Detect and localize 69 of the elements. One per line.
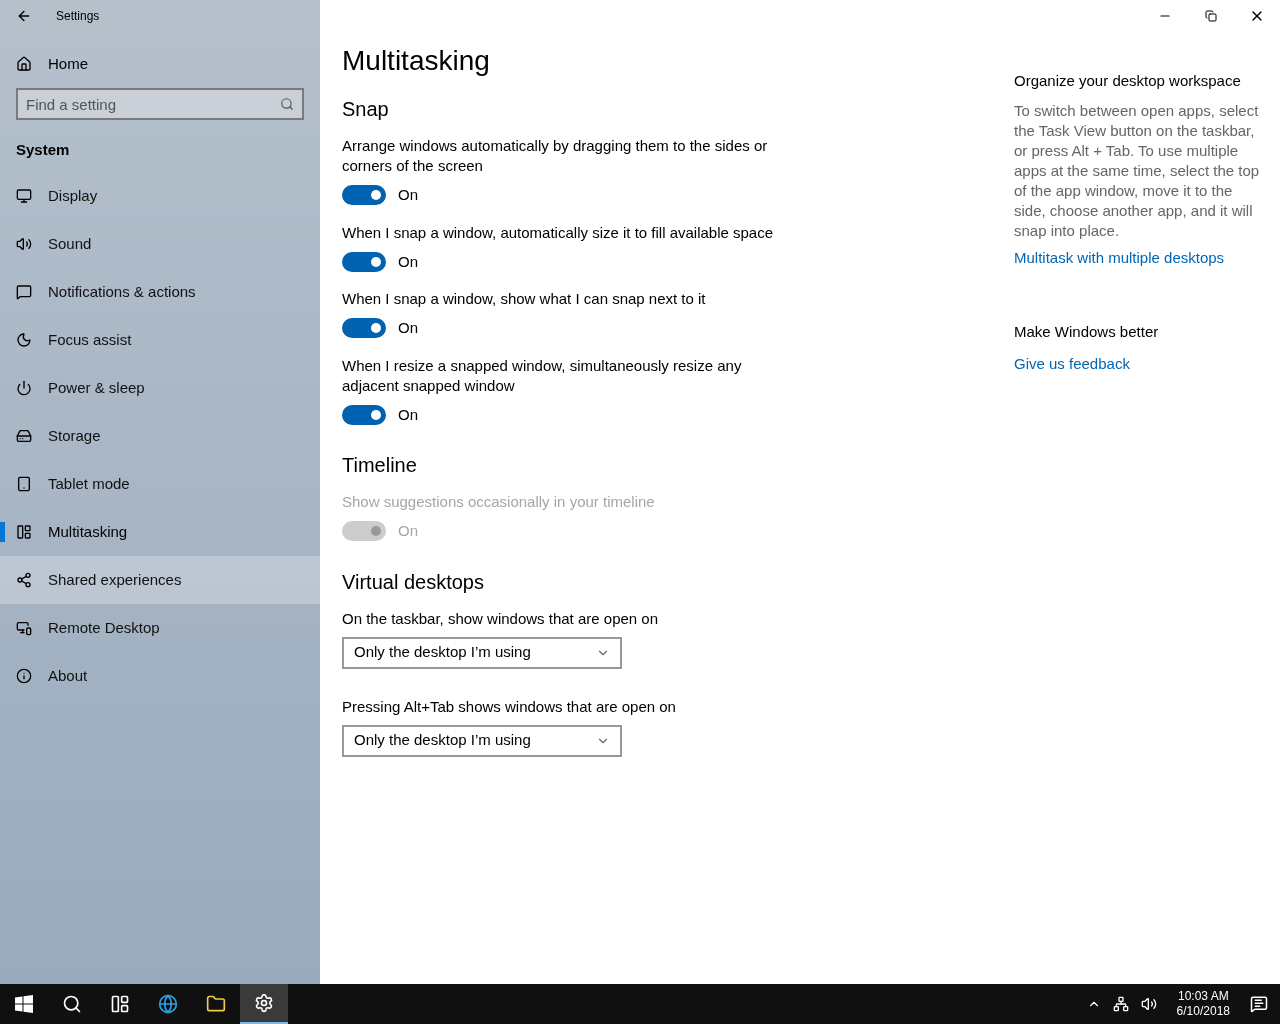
- setting-label: Show suggestions occasionally in your timeline: [342, 492, 656, 512]
- sidebar-item[interactable]: Shared experiences: [0, 556, 320, 604]
- aside-heading: Make Windows better: [1014, 321, 1160, 342]
- sidebar-item[interactable]: Display: [0, 172, 320, 220]
- sidebar-item[interactable]: Power & sleep: [0, 364, 320, 412]
- sidebar-item[interactable]: About: [0, 652, 320, 700]
- settings-icon: [254, 993, 274, 1013]
- setting-label: When I snap a window, automatically size it to fill available space: [342, 222, 775, 243]
- tablet-icon: [16, 476, 32, 492]
- restore-icon: [1205, 10, 1217, 22]
- search-field[interactable]: Find a setting: [16, 88, 304, 120]
- selection-indicator: [0, 522, 5, 542]
- setting-label: When I resize a snapped window, simultaneously resize any adjacent snapped window: [342, 355, 743, 396]
- dropdown[interactable]: Only the desktop I’m using: [342, 724, 622, 757]
- task-view-icon: [110, 994, 130, 1014]
- sidebar-item[interactable]: Tablet mode: [0, 460, 320, 508]
- drive-icon: [16, 428, 32, 444]
- speech-bubble-icon: [16, 284, 32, 300]
- setting-label: When I snap a window, show what I can snap next to it: [342, 289, 707, 309]
- info-icon: [16, 668, 32, 684]
- clock[interactable]: 10:03 AM 6/10/2018: [1168, 989, 1238, 1019]
- moon-icon: [16, 332, 32, 348]
- sidebar-item[interactable]: Multitasking: [0, 508, 320, 556]
- setting-label: On the taskbar, show windows that are open on: [342, 608, 660, 629]
- toggle-state: On: [398, 521, 418, 541]
- browser-icon: [158, 994, 178, 1014]
- toggle-state: On: [398, 251, 418, 272]
- share-icon: [16, 572, 32, 588]
- toggle-switch[interactable]: [342, 185, 386, 206]
- sidebar-item[interactable]: Storage: [0, 412, 320, 460]
- sidebar-group-heading: System: [15, 139, 71, 160]
- section-heading: Timeline: [342, 453, 418, 478]
- search-icon: [62, 994, 82, 1014]
- setting-label: Pressing Alt+Tab shows windows that are open on: [342, 696, 677, 717]
- section-heading: Virtual desktops: [342, 569, 485, 595]
- sidebar-item[interactable]: Notifications & actions: [0, 268, 320, 316]
- windows-layout-icon: [16, 524, 32, 540]
- remote-icon: [16, 620, 32, 636]
- toggle-switch[interactable]: [342, 318, 386, 339]
- windows-logo-icon: [15, 995, 33, 1013]
- home-icon: [16, 56, 32, 72]
- help-link[interactable]: Give us feedback: [1014, 351, 1264, 377]
- window-title: Settings: [56, 8, 100, 25]
- section-heading: Snap: [342, 97, 390, 122]
- toggle-state: On: [398, 318, 418, 338]
- sidebar-item[interactable]: Remote Desktop: [0, 604, 320, 652]
- toggle-switch[interactable]: [342, 404, 386, 425]
- help-link[interactable]: Multitask with multiple desktops: [1014, 244, 1264, 271]
- dropdown[interactable]: Only the desktop I’m using: [342, 636, 622, 669]
- aside-text: To switch between open apps, select the Task View button on the taskbar, or press Alt + Tab. To use multiple apps at the same time, select the top of the app window, move it to the side, choose another app, and it will snap into place.: [1014, 100, 1261, 241]
- folder-icon: [206, 994, 226, 1014]
- setting-label: Arrange windows automatically by dragging them to the sides or corners of the screen: [342, 136, 769, 176]
- speaker-icon: [16, 236, 32, 252]
- toggle-state: On: [398, 185, 418, 205]
- sidebar-item[interactable]: Focus assist: [0, 316, 320, 364]
- toggle-switch[interactable]: [342, 251, 386, 272]
- search-icon[interactable]: [280, 97, 294, 111]
- power-icon: [16, 380, 32, 396]
- network-icon[interactable]: [1112, 996, 1129, 1012]
- back-icon[interactable]: [16, 8, 32, 24]
- toggle-state: On: [398, 404, 418, 425]
- monitor-icon: [16, 188, 32, 204]
- page-title: Multitasking: [342, 44, 491, 78]
- notification-icon[interactable]: [1250, 995, 1268, 1013]
- sidebar-item[interactable]: Home: [0, 40, 320, 88]
- speaker-icon[interactable]: [1140, 996, 1157, 1012]
- taskbar-button[interactable]: [240, 984, 288, 1024]
- sidebar-item[interactable]: Sound: [0, 220, 320, 268]
- aside-heading: Organize your desktop workspace: [1014, 71, 1242, 91]
